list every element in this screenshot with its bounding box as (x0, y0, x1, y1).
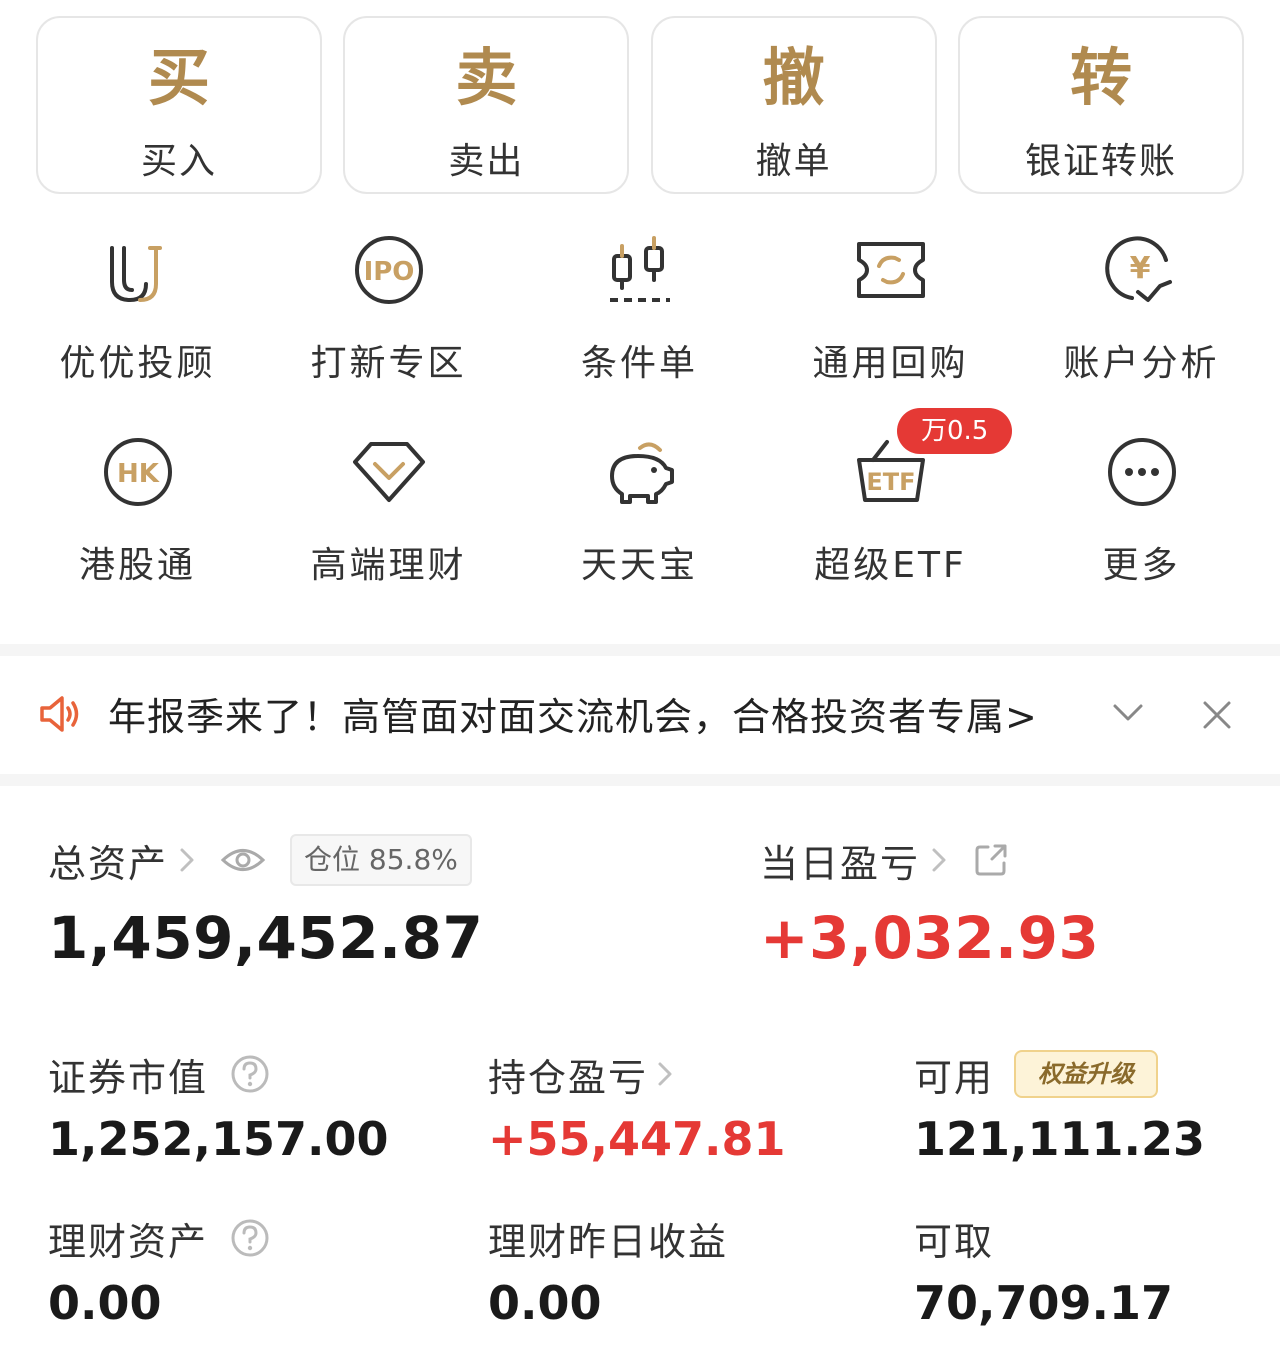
grid-label-tiantianbao: 天天宝 (580, 545, 698, 586)
bank-transfer-glyph: 转 (1069, 41, 1132, 114)
close-icon[interactable] (1202, 700, 1232, 730)
trade-button-row: 买 买入 卖 卖出 撤 撤单 转 银证转账 (36, 16, 1244, 194)
buy-glyph: 买 (147, 41, 210, 114)
help-icon[interactable] (230, 1054, 270, 1094)
diamond-icon (352, 442, 425, 502)
svg-text:IPO: IPO (363, 257, 414, 287)
holding-pl-header[interactable]: 持仓盈亏 (488, 1048, 674, 1100)
svg-text:ETF: ETF (866, 468, 915, 496)
total-assets-label: 总资产 (48, 841, 169, 886)
grid-label-ipo: 打新专区 (310, 343, 467, 384)
notice-text[interactable]: 年报季来了！高管面对面交流机会，合格投资者专属> (108, 686, 1038, 741)
grid-item-premium-wealth[interactable]: 高端理财 (263, 412, 514, 626)
daily-pl-header[interactable]: 当日盈亏 (760, 834, 1008, 886)
market-value-header: 证券市值 (48, 1048, 270, 1100)
grid-item-super-etf[interactable]: ETF 超级ETF 万0.5 (765, 408, 1016, 626)
grid-item-youyou-advisor[interactable]: 优优投顾 (12, 222, 263, 412)
withdrawable-label: 可取 (914, 1219, 995, 1264)
grid-item-account-analysis[interactable]: ¥ 账户分析 (1016, 222, 1267, 412)
grid-label-more: 更多 (1102, 545, 1181, 586)
eye-icon[interactable] (220, 845, 266, 875)
wealth-assets-label: 理财资产 (48, 1219, 209, 1264)
svg-text:HK: HK (117, 459, 160, 489)
cancel-order-button[interactable]: 撤 撤单 (650, 16, 937, 194)
section-divider (0, 774, 1280, 786)
chevron-down-icon[interactable] (1112, 702, 1144, 724)
wealth-assets-value: 0.00 (48, 1276, 162, 1330)
youyou-advisor-icon (109, 246, 162, 303)
bank-transfer-button[interactable]: 转 银证转账 (957, 16, 1244, 194)
grid-item-tiantianbao[interactable]: 天天宝 (514, 412, 765, 626)
chevron-right-icon (658, 1062, 672, 1086)
chevron-right-icon (180, 848, 194, 872)
grid-label-premium-wealth: 高端理财 (310, 545, 467, 586)
grid-label-conditional-order: 条件单 (580, 343, 698, 384)
available-value: 121,111.23 (914, 1112, 1206, 1166)
grid-item-conditional-order[interactable]: 条件单 (514, 222, 765, 412)
grid-item-ipo[interactable]: IPO 打新专区 (263, 222, 514, 412)
grid-item-hk-connect[interactable]: HK 港股通 (12, 412, 263, 626)
cancel-order-label: 撤单 (755, 141, 832, 182)
candlestick-icon (609, 236, 670, 302)
yen-analysis-icon: ¥ (1104, 236, 1172, 302)
share-icon[interactable] (974, 843, 1008, 877)
withdrawable-header: 可取 (914, 1212, 994, 1264)
holding-pl-value: +55,447.81 (488, 1112, 786, 1166)
section-divider (0, 644, 1280, 656)
sell-glyph: 卖 (455, 41, 518, 114)
fee-badge: 万0.5 (897, 408, 1013, 454)
chevron-right-icon (932, 848, 946, 872)
grid-label-hk-connect: 港股通 (78, 545, 196, 586)
available-label: 可用 (914, 1055, 995, 1100)
grid-item-more[interactable]: 更多 (1016, 412, 1267, 626)
daily-pl-label: 当日盈亏 (760, 841, 921, 886)
equity-upgrade-tag[interactable]: 权益升级 (1014, 1050, 1159, 1098)
wealth-yesterday-label: 理财昨日收益 (488, 1219, 729, 1264)
position-ratio-tag: 仓位 85.8% (290, 834, 472, 886)
holding-pl-label: 持仓盈亏 (488, 1055, 649, 1100)
hk-icon: HK (103, 438, 172, 506)
grid-item-general-repo[interactable]: 通用回购 (765, 222, 1016, 412)
repo-ticket-icon (856, 242, 925, 298)
help-icon[interactable] (230, 1218, 270, 1258)
withdrawable-value: 70,709.17 (914, 1276, 1173, 1330)
wealth-yesterday-value: 0.00 (488, 1276, 602, 1330)
sell-label: 卖出 (448, 141, 525, 182)
svg-text:¥: ¥ (1129, 251, 1150, 286)
bank-transfer-label: 银证转账 (1024, 141, 1177, 182)
feature-grid: 优优投顾 IPO 打新专区 条件单 通用回购 ¥ 账户分析 HK 港股通 高端理… (12, 222, 1268, 626)
total-assets-value: 1,459,452.87 (48, 904, 484, 972)
buy-button[interactable]: 买 买入 (36, 16, 322, 194)
notice-bar[interactable]: 年报季来了！高管面对面交流机会，合格投资者专属> (0, 656, 1280, 774)
speaker-icon (40, 696, 79, 732)
market-value: 1,252,157.00 (48, 1112, 389, 1166)
grid-label-super-etf: 超级ETF (814, 545, 967, 586)
grid-label-youyou-advisor: 优优投顾 (59, 343, 216, 384)
available-header: 可用 权益升级 (914, 1048, 1159, 1100)
wealth-yesterday-header: 理财昨日收益 (488, 1212, 728, 1264)
ipo-icon: IPO (354, 236, 423, 304)
total-assets-header[interactable]: 总资产 仓位 85.8% (48, 834, 472, 886)
wealth-assets-header: 理财资产 (48, 1212, 270, 1264)
grid-label-account-analysis: 账户分析 (1063, 343, 1220, 384)
more-icon (1107, 438, 1176, 506)
piggy-bank-icon (609, 442, 674, 504)
daily-pl-value: +3,032.93 (760, 904, 1100, 972)
buy-label: 买入 (140, 141, 217, 182)
sell-button[interactable]: 卖 卖出 (343, 16, 630, 194)
market-value-label: 证券市值 (48, 1055, 209, 1100)
cancel-order-glyph: 撤 (762, 41, 825, 114)
grid-label-general-repo: 通用回购 (812, 343, 969, 384)
